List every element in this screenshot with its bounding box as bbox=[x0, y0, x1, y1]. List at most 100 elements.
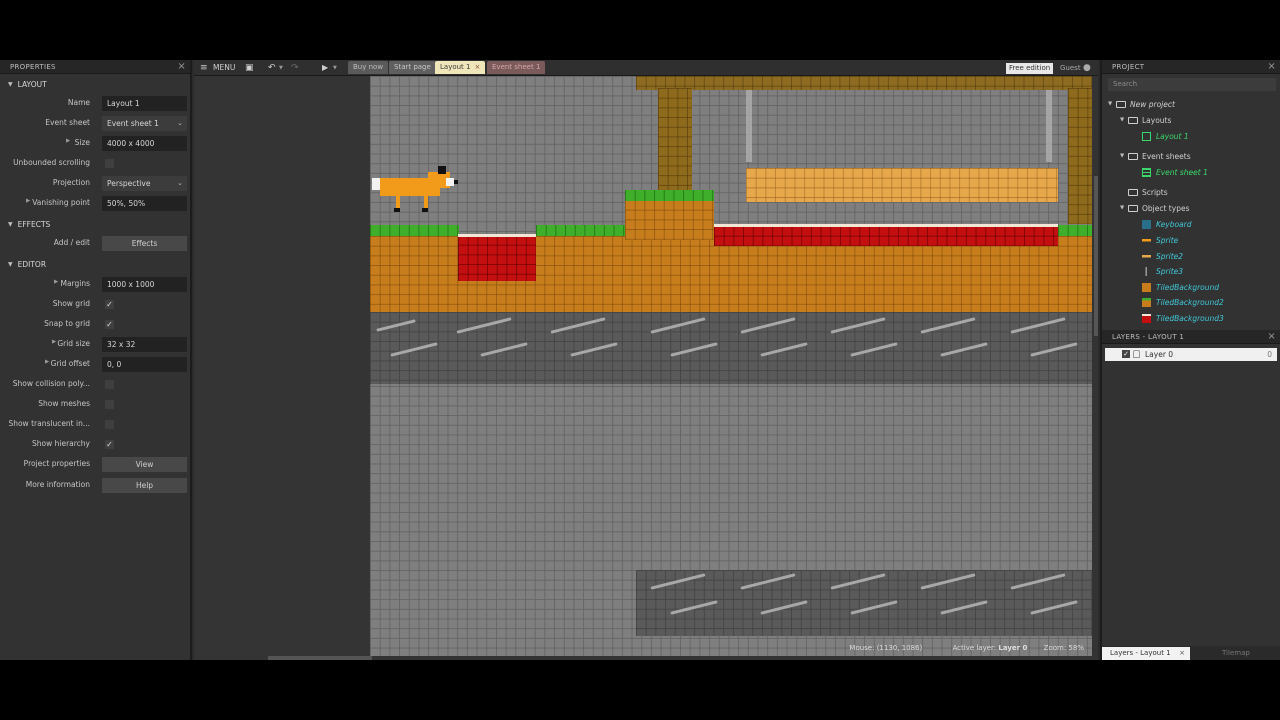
stone-tilemap[interactable] bbox=[370, 312, 1092, 384]
grass-tiledbackground[interactable] bbox=[536, 225, 625, 236]
grass-tiledbackground[interactable] bbox=[370, 225, 459, 236]
prop-show-hierarchy: Show hierarchy ✓ bbox=[32, 439, 114, 449]
prop-margins: ▶ Margins 1000 x 1000 bbox=[0, 274, 192, 294]
prop-show-grid: Show grid ✓ bbox=[52, 299, 114, 309]
tab-tilemap[interactable]: Tilemap bbox=[1222, 647, 1250, 660]
fox-player-sprite[interactable] bbox=[372, 166, 458, 218]
tree-object-tiledbackground3[interactable]: TiledBackground3 bbox=[1142, 311, 1224, 326]
layer-visible-checkbox[interactable]: ✓ bbox=[1122, 350, 1130, 358]
lock-icon[interactable] bbox=[1133, 350, 1140, 358]
close-icon[interactable]: × bbox=[1267, 331, 1276, 342]
chain-sprite[interactable] bbox=[1046, 90, 1052, 162]
chain-sprite[interactable] bbox=[746, 90, 752, 162]
hazard-tiledbackground[interactable] bbox=[714, 226, 1058, 246]
margins-field[interactable]: 1000 x 1000 bbox=[102, 277, 187, 292]
grid-size-field[interactable]: 32 x 32 bbox=[102, 337, 187, 352]
tree-object-sprite3[interactable]: Sprite3 bbox=[1142, 264, 1183, 279]
hanging-platform-sprite[interactable] bbox=[746, 168, 1058, 202]
expand-icon[interactable]: ▶ bbox=[54, 279, 58, 285]
undo-icon[interactable]: ↶ bbox=[268, 62, 276, 74]
free-edition-badge[interactable]: Free edition bbox=[1006, 63, 1054, 74]
snap-grid-checkbox[interactable]: ✓ bbox=[105, 320, 114, 329]
tree-object-keyboard[interactable]: Keyboard bbox=[1142, 217, 1192, 232]
unbounded-checkbox[interactable] bbox=[105, 159, 114, 168]
tree-object-sprite[interactable]: Sprite bbox=[1142, 233, 1178, 248]
show-meshes-checkbox[interactable] bbox=[105, 400, 114, 409]
name-field[interactable]: Layout 1 bbox=[102, 96, 187, 111]
tree-scripts[interactable]: Scripts bbox=[1128, 185, 1168, 200]
user-icon[interactable]: ● bbox=[1083, 62, 1091, 74]
layout-canvas[interactable] bbox=[370, 76, 1092, 656]
grass-tiledbackground[interactable] bbox=[625, 190, 714, 201]
hazard-tiledbackground[interactable] bbox=[458, 235, 536, 281]
collapse-icon: ▼ bbox=[8, 260, 13, 268]
menu-button[interactable]: MENU bbox=[213, 62, 235, 74]
show-grid-checkbox[interactable]: ✓ bbox=[105, 300, 114, 309]
layout-view[interactable]: Mouse: (1130, 1086) Active layer: Layer … bbox=[194, 76, 1098, 660]
prop-show-translucent: Show translucent in... bbox=[0, 414, 192, 434]
right-panels: PROJECT × Search ▼ New project ▼ Layouts L… bbox=[1100, 60, 1280, 660]
hazard-edge bbox=[714, 224, 1058, 227]
tab-buy-now[interactable]: Buy now bbox=[348, 61, 389, 74]
tree-new-project[interactable]: ▼ New project bbox=[1108, 97, 1175, 112]
wooden-post-sprite[interactable] bbox=[658, 88, 692, 190]
projection-select[interactable]: Perspective ⌄ bbox=[102, 176, 187, 191]
tree-object-types[interactable]: ▼ Object types bbox=[1120, 201, 1189, 216]
effects-button[interactable]: Effects bbox=[102, 236, 187, 251]
tab-layout-1[interactable]: Layout 1 × bbox=[435, 61, 486, 74]
prop-projection: Projection Perspective ⌄ bbox=[0, 173, 192, 193]
tab-start-page[interactable]: Start page bbox=[389, 61, 436, 74]
grass-tiledbackground[interactable] bbox=[1058, 225, 1092, 236]
show-hierarchy-checkbox[interactable]: ✓ bbox=[105, 440, 114, 449]
prop-add-edit: Add / edit Effects bbox=[0, 233, 192, 253]
properties-title: PROPERTIES bbox=[10, 62, 56, 71]
expand-icon[interactable]: ▶ bbox=[66, 138, 70, 144]
close-tab-icon[interactable]: × bbox=[474, 63, 480, 71]
wooden-beam-sprite[interactable] bbox=[636, 76, 1092, 90]
tree-layout-1[interactable]: Layout 1 bbox=[1142, 129, 1189, 144]
play-menu-chevron-icon[interactable]: ▼ bbox=[333, 62, 337, 74]
tree-event-sheet-1[interactable]: Event sheet 1 bbox=[1142, 165, 1208, 180]
project-search-input[interactable]: Search bbox=[1108, 78, 1276, 91]
tree-layouts[interactable]: ▼ Layouts bbox=[1120, 113, 1171, 128]
mouse-position: Mouse: (1130, 1086) bbox=[849, 644, 923, 652]
collapse-icon: ▼ bbox=[8, 80, 13, 88]
save-icon[interactable]: ▣ bbox=[245, 62, 254, 74]
redo-icon[interactable]: ↷ bbox=[291, 62, 299, 74]
wooden-post-sprite[interactable] bbox=[1068, 88, 1092, 224]
tab-layers-layout-1[interactable]: Layers - Layout 1 × bbox=[1102, 647, 1190, 660]
horizontal-scrollbar[interactable] bbox=[268, 656, 372, 660]
hamburger-icon[interactable]: ≡ bbox=[200, 62, 208, 74]
show-translucent-checkbox[interactable] bbox=[105, 420, 114, 429]
folder-icon bbox=[1128, 153, 1138, 160]
expand-icon[interactable]: ▶ bbox=[26, 198, 30, 204]
play-icon[interactable]: ▶ bbox=[322, 62, 328, 74]
event-sheet-select[interactable]: Event sheet 1 ⌄ bbox=[102, 116, 187, 131]
grid-offset-field[interactable]: 0, 0 bbox=[102, 357, 187, 372]
tree-object-sprite2[interactable]: Sprite2 bbox=[1142, 249, 1183, 264]
section-layout[interactable]: ▼ LAYOUT bbox=[0, 75, 192, 93]
folder-icon bbox=[1116, 101, 1126, 108]
tree-event-sheets[interactable]: ▼ Event sheets bbox=[1120, 149, 1191, 164]
tree-object-tiledbackground[interactable]: TiledBackground bbox=[1142, 280, 1219, 295]
expand-icon[interactable]: ▶ bbox=[52, 339, 56, 345]
view-button[interactable]: View bbox=[102, 457, 187, 472]
section-editor[interactable]: ▼ EDITOR bbox=[0, 255, 192, 273]
guest-label[interactable]: Guest bbox=[1060, 62, 1081, 74]
vanishing-field[interactable]: 50%, 50% bbox=[102, 196, 187, 211]
help-button[interactable]: Help bbox=[102, 478, 187, 493]
dirt-raised-block[interactable] bbox=[625, 200, 714, 240]
close-tab-icon[interactable]: × bbox=[1179, 647, 1185, 660]
close-icon[interactable]: × bbox=[177, 61, 186, 72]
section-effects[interactable]: ▼ EFFECTS bbox=[0, 215, 192, 233]
tab-event-sheet-1[interactable]: Event sheet 1 bbox=[487, 61, 546, 74]
size-field[interactable]: 4000 x 4000 bbox=[102, 136, 187, 151]
expand-icon[interactable]: ▶ bbox=[45, 359, 49, 365]
layer-row[interactable]: ✓ Layer 0 0 bbox=[1105, 348, 1277, 361]
undo-menu-chevron-icon[interactable]: ▼ bbox=[279, 62, 283, 74]
vertical-scrollbar[interactable] bbox=[1094, 176, 1098, 336]
show-collision-checkbox[interactable] bbox=[105, 380, 114, 389]
tree-object-tiledbackground2[interactable]: TiledBackground2 bbox=[1142, 295, 1224, 310]
status-bar: Mouse: (1130, 1086) Active layer: Layer … bbox=[835, 644, 1084, 652]
close-icon[interactable]: × bbox=[1267, 61, 1276, 72]
